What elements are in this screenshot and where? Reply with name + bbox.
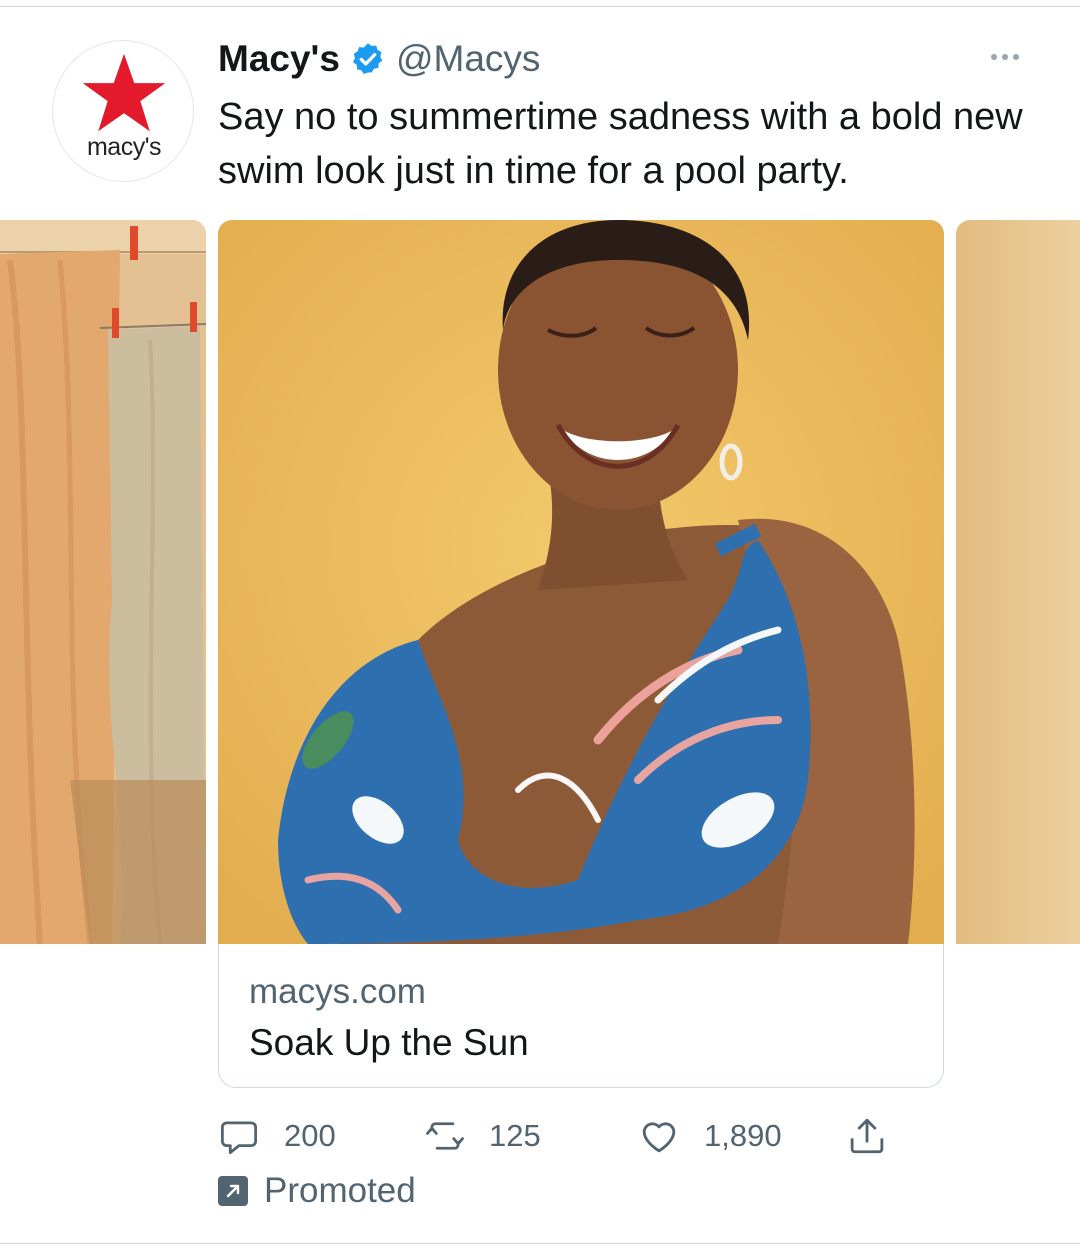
tweet-text: Say no to summertime sadness with a bold… <box>218 96 1023 192</box>
reply-button[interactable]: 200 <box>218 1108 336 1164</box>
card-title: Soak Up the Sun <box>249 1022 529 1063</box>
divider-top <box>0 6 1080 7</box>
heart-icon <box>642 1122 676 1153</box>
tweet-container: macy's Macy's @Macys Say no to summertim… <box>0 0 1080 1247</box>
link-card[interactable]: macys.com Soak Up the Sun <box>218 944 944 1088</box>
display-name[interactable]: Macy's <box>218 38 340 80</box>
retweet-icon <box>426 1122 464 1150</box>
promoted-label: Promoted <box>218 1168 416 1214</box>
reply-icon <box>220 1121 258 1155</box>
retweet-button[interactable]: 125 <box>423 1108 541 1164</box>
card-domain: macys.com <box>249 972 426 1011</box>
like-button[interactable]: 1,890 <box>638 1108 782 1164</box>
avatar-wordmark: macy's <box>86 133 162 161</box>
tweet-actions: 200 125 1,890 <box>218 1108 918 1164</box>
share-button[interactable] <box>846 1108 888 1164</box>
promoted-text: Promoted <box>264 1171 416 1210</box>
tweet-header: Macy's @Macys <box>218 34 540 84</box>
carousel-image-previous[interactable] <box>0 220 206 944</box>
macys-star-icon <box>82 53 166 132</box>
profile-avatar[interactable]: macy's <box>52 40 194 182</box>
carousel-image-main[interactable] <box>218 220 944 944</box>
retweet-count: 125 <box>489 1118 541 1153</box>
verified-badge-icon <box>350 41 386 77</box>
divider-bottom <box>0 1243 1080 1244</box>
reply-count: 200 <box>284 1118 336 1153</box>
promoted-arrow-icon <box>218 1176 248 1206</box>
user-handle[interactable]: @Macys <box>396 38 540 80</box>
more-options-icon[interactable] <box>980 42 1030 72</box>
carousel-image-next[interactable] <box>956 220 1080 944</box>
share-icon <box>850 1118 884 1154</box>
like-count: 1,890 <box>704 1118 782 1153</box>
